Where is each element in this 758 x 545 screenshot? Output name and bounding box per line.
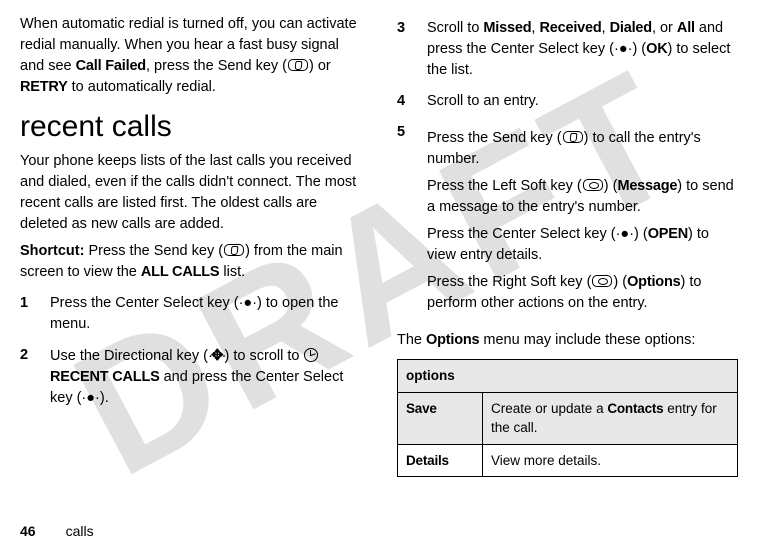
shortcut-label: Shortcut:	[20, 243, 84, 259]
step-body: Press the Center Select key (·●·) to ope…	[50, 293, 361, 335]
send-key-icon	[224, 244, 244, 256]
step-body: Scroll to an entry.	[427, 91, 539, 112]
text: ) (	[632, 41, 646, 57]
options-menu-label: Options	[426, 332, 479, 348]
text: Create or update a	[491, 401, 607, 416]
step-body: Scroll to Missed, Received, Dialed, or A…	[427, 18, 738, 81]
step-5-p3: Press the Center Select key (·●·) (OPEN)…	[427, 224, 738, 266]
options-label: Options	[627, 274, 680, 290]
contacts-label: Contacts	[607, 401, 663, 416]
text: Scroll to	[427, 20, 483, 36]
option-desc: View more details.	[483, 444, 738, 477]
text: , or	[652, 20, 677, 36]
retry-label: RETRY	[20, 79, 68, 95]
step-number: 2	[20, 345, 34, 409]
step-4: 4 Scroll to an entry.	[397, 91, 738, 112]
text: to automatically redial.	[68, 79, 216, 95]
text: ) (	[634, 226, 648, 242]
message-label: Message	[617, 178, 677, 194]
center-select-icon: ·●·	[616, 226, 634, 242]
clock-icon	[304, 348, 318, 362]
send-key-icon	[288, 59, 308, 71]
table-header-row: options	[398, 360, 738, 393]
step-body: Press the Send key () to call the entry'…	[427, 122, 738, 320]
options-intro: The Options menu may include these optio…	[397, 330, 738, 351]
option-name: Details	[398, 444, 483, 477]
table-row: Details View more details.	[398, 444, 738, 477]
dialed-label: Dialed	[610, 20, 652, 36]
recent-calls-heading: recent calls	[20, 110, 361, 143]
table-row: Save Create or update a Contacts entry f…	[398, 392, 738, 444]
ok-label: OK	[646, 41, 667, 57]
text: Press the Left Soft key (	[427, 178, 582, 194]
step-3: 3 Scroll to Missed, Received, Dialed, or…	[397, 18, 738, 81]
page-footer: 46 calls	[20, 523, 94, 539]
step-5-p4: Press the Right Soft key () (Options) to…	[427, 272, 738, 314]
text: ) (	[613, 274, 627, 290]
text: Press the Center Select key (	[427, 226, 616, 242]
details-option: Details	[406, 453, 449, 468]
call-failed-label: Call Failed	[76, 58, 146, 74]
shortcut-paragraph: Shortcut: Press the Send key () from the…	[20, 241, 361, 283]
text: Press the Center Select key (	[50, 295, 239, 311]
all-label: All	[677, 20, 695, 36]
text: Press the Right Soft key (	[427, 274, 591, 290]
step-number: 1	[20, 293, 34, 335]
step-number: 5	[397, 122, 411, 320]
left-soft-key-icon	[583, 179, 603, 191]
recent-calls-menu-label: RECENT CALLS	[50, 369, 160, 385]
step-5-p1: Press the Send key () to call the entry'…	[427, 128, 738, 170]
text: The	[397, 332, 426, 348]
redial-intro-paragraph: When automatic redial is turned off, you…	[20, 14, 361, 98]
all-calls-label: ALL CALLS	[141, 264, 219, 280]
right-soft-key-icon	[592, 275, 612, 287]
options-table: options Save Create or update a Contacts…	[397, 359, 738, 477]
text: Press the Send key (	[84, 243, 223, 259]
text: list.	[219, 264, 245, 280]
open-label: OPEN	[648, 226, 688, 242]
option-name: Save	[398, 392, 483, 444]
option-desc: Create or update a Contacts entry for th…	[483, 392, 738, 444]
center-select-icon: ·●·	[614, 41, 632, 57]
center-select-icon: ·●·	[81, 390, 99, 406]
text: ,	[602, 20, 610, 36]
page-number: 46	[20, 523, 36, 539]
text: ) (	[604, 178, 618, 194]
directional-key-icon: ·✥·	[208, 347, 225, 364]
step-number: 4	[397, 91, 411, 112]
left-column: When automatic redial is turned off, you…	[20, 8, 361, 477]
send-key-icon	[563, 131, 583, 143]
text: ) to scroll to	[225, 348, 304, 364]
table-header: options	[398, 360, 738, 393]
step-5: 5 Press the Send key () to call the entr…	[397, 122, 738, 320]
step-body: Use the Directional key (·✥·) to scroll …	[50, 345, 361, 409]
text: ) or	[309, 58, 331, 74]
section-label: calls	[66, 523, 94, 539]
text: menu may include these options:	[479, 332, 695, 348]
right-column: 3 Scroll to Missed, Received, Dialed, or…	[397, 8, 738, 477]
recent-calls-description: Your phone keeps lists of the last calls…	[20, 151, 361, 235]
text: Use the Directional key (	[50, 348, 208, 364]
two-column-layout: When automatic redial is turned off, you…	[20, 8, 738, 477]
center-select-icon: ·●·	[239, 295, 257, 311]
step-5-p2: Press the Left Soft key () (Message) to …	[427, 176, 738, 218]
received-label: Received	[539, 20, 601, 36]
step-2: 2 Use the Directional key (·✥·) to scrol…	[20, 345, 361, 409]
text: Press the Send key (	[427, 130, 562, 146]
text: ).	[100, 390, 109, 406]
missed-label: Missed	[483, 20, 531, 36]
step-1: 1 Press the Center Select key (·●·) to o…	[20, 293, 361, 335]
text: , press the Send key (	[146, 58, 287, 74]
save-option: Save	[406, 401, 437, 416]
step-number: 3	[397, 18, 411, 81]
